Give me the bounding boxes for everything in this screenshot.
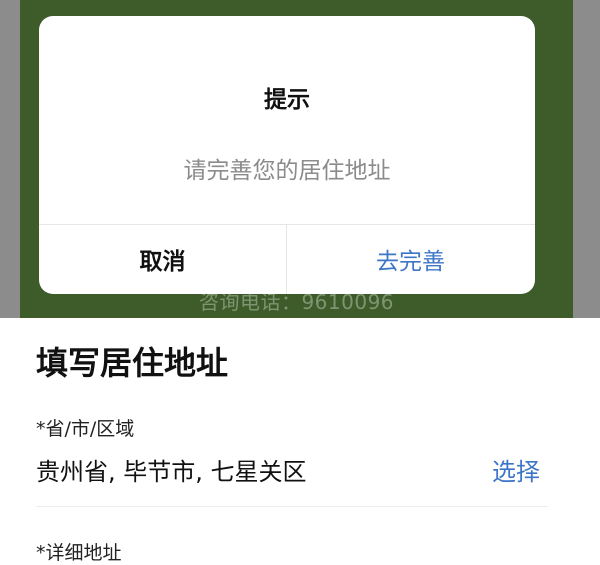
- dialog-message: 请完善您的居住地址: [183, 158, 391, 184]
- dimmed-background: 咨询电话：9610096 提示 请完善您的居住地址 取消 去完善: [0, 0, 600, 318]
- alert-dialog: 提示 请完善您的居住地址 取消 去完善: [39, 16, 535, 294]
- region-field-label: *省/市/区域: [36, 418, 135, 440]
- select-region-link[interactable]: 选择: [492, 452, 540, 487]
- dialog-title: 提示: [264, 87, 310, 113]
- complete-address-button[interactable]: 去完善: [287, 224, 534, 294]
- detail-address-label: *详细地址: [36, 542, 122, 564]
- cancel-button[interactable]: 取消: [39, 224, 286, 294]
- page-title: 填写居住地址: [36, 344, 229, 382]
- region-field-value[interactable]: 贵州省, 毕节市, 七星关区: [36, 452, 307, 487]
- field-divider: [36, 506, 548, 507]
